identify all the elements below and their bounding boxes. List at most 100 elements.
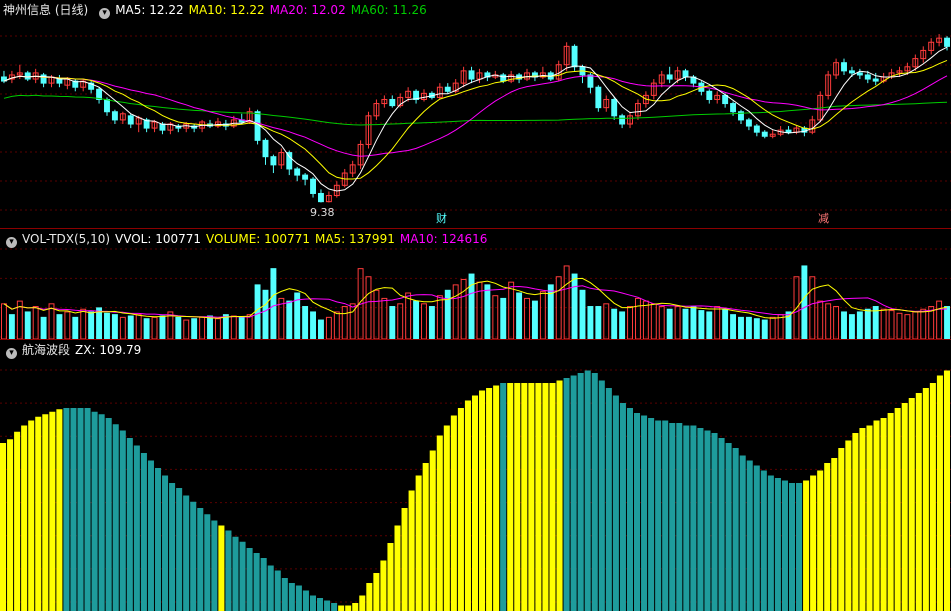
volume-bar [207, 315, 213, 339]
zx-bar [183, 495, 190, 611]
volume-bar [302, 306, 309, 339]
finance-marker[interactable]: 财 [436, 212, 447, 225]
zx-bar [464, 400, 471, 611]
volume-bar [642, 300, 649, 339]
candle [856, 72, 863, 76]
zx-bar [626, 408, 633, 611]
volume-bar [888, 310, 895, 339]
volume-bar [706, 311, 713, 339]
chevron-down-icon[interactable]: ▾ [99, 8, 111, 19]
zx-bar [908, 398, 915, 611]
candlestick-chart[interactable] [0, 0, 951, 228]
volume-bar [88, 311, 95, 339]
volume-bar [944, 306, 950, 339]
volume-bar [587, 306, 594, 339]
volume-bar [96, 307, 103, 339]
zx-bar [204, 514, 211, 611]
candle [127, 115, 134, 125]
volume-bar [8, 314, 15, 339]
zx-bar [225, 530, 232, 611]
candle [111, 111, 118, 121]
candle [753, 125, 760, 133]
vol-ma10-legend: MA10: 124616 [399, 232, 488, 246]
chevron-down-icon[interactable]: ▾ [6, 237, 17, 248]
volume-bar [730, 314, 737, 339]
zx-bar-chart[interactable] [0, 340, 951, 611]
zx-bar [260, 558, 267, 611]
zx-bar [471, 395, 479, 611]
volume-bar [111, 314, 118, 339]
volume-bar [619, 311, 626, 339]
zx-bar [591, 373, 598, 611]
volume-bar [40, 316, 47, 339]
zx-bar [373, 573, 380, 611]
zx-bar [331, 603, 338, 611]
volume-bar [738, 316, 744, 339]
reduce-marker[interactable]: 减 [818, 212, 829, 225]
zx-bar [211, 520, 218, 611]
volume-bar [452, 284, 459, 339]
zx-bar [190, 501, 197, 611]
zx-bar [162, 475, 169, 611]
zx-bar [852, 433, 859, 611]
zx-bar [810, 475, 817, 611]
volume-bar [405, 292, 412, 339]
zx-bar [676, 423, 683, 611]
zx-panel[interactable]: ▾ 航海波段 ZX: 109.79 [0, 340, 951, 611]
volume-bar [635, 297, 641, 339]
zx-bar [274, 570, 281, 611]
zx-bar [338, 605, 345, 611]
zx-bar [866, 425, 873, 611]
zx-bar [359, 595, 366, 611]
volume-bar [460, 278, 467, 339]
zx-bar [366, 583, 373, 611]
zx-bar [894, 408, 901, 611]
zx-bar [7, 439, 14, 611]
zx-bar [803, 480, 810, 611]
volume-bar [444, 289, 451, 339]
volume-bar [191, 318, 198, 339]
zx-bar [563, 378, 570, 611]
candle [722, 94, 729, 105]
volume-bar [516, 292, 523, 339]
candle [872, 78, 879, 82]
zx-bar [936, 375, 943, 611]
volume-bar [484, 284, 491, 339]
zx-bar [232, 536, 239, 611]
volume-panel[interactable]: ▾ VOL-TDX(5,10) VVOL: 100771 VOLUME: 100771… [0, 229, 951, 339]
zx-bar [345, 605, 352, 611]
zx-bar [42, 414, 49, 611]
volume-bar [690, 306, 697, 339]
volume-bar [658, 306, 665, 339]
candle [500, 74, 507, 82]
chevron-down-icon[interactable]: ▾ [6, 348, 17, 359]
zx-bar [774, 478, 781, 611]
price-panel[interactable]: 神州信息 (日线) ▾ MA5: 12.22 MA10: 12.22 MA20: 12.… [0, 0, 951, 228]
zx-bar [704, 430, 711, 611]
zx-bar [133, 445, 140, 611]
volume-bar [571, 273, 578, 339]
candle [24, 72, 31, 80]
zx-bar [380, 560, 387, 611]
zx-bar [253, 553, 260, 611]
volume-bar [666, 308, 673, 339]
volume-bar [135, 314, 142, 339]
volume-bar [286, 300, 293, 339]
volume-bar [381, 297, 388, 339]
zx-bar [725, 443, 732, 611]
zx-bar [584, 370, 591, 611]
candle [666, 74, 673, 80]
zx-bar [711, 433, 718, 611]
volume-bar [143, 318, 150, 339]
zx-bar [697, 428, 704, 611]
ma20-legend: MA20: 12.02 [269, 3, 346, 17]
volume-bar [270, 268, 277, 339]
price-panel-title: 神州信息 (日线) [3, 3, 89, 17]
zx-bar [753, 465, 760, 611]
candle [611, 98, 618, 117]
candle [270, 156, 277, 166]
candle [444, 86, 451, 92]
zx-bar [218, 525, 225, 611]
candle [56, 78, 63, 84]
zx-bar [140, 453, 147, 611]
